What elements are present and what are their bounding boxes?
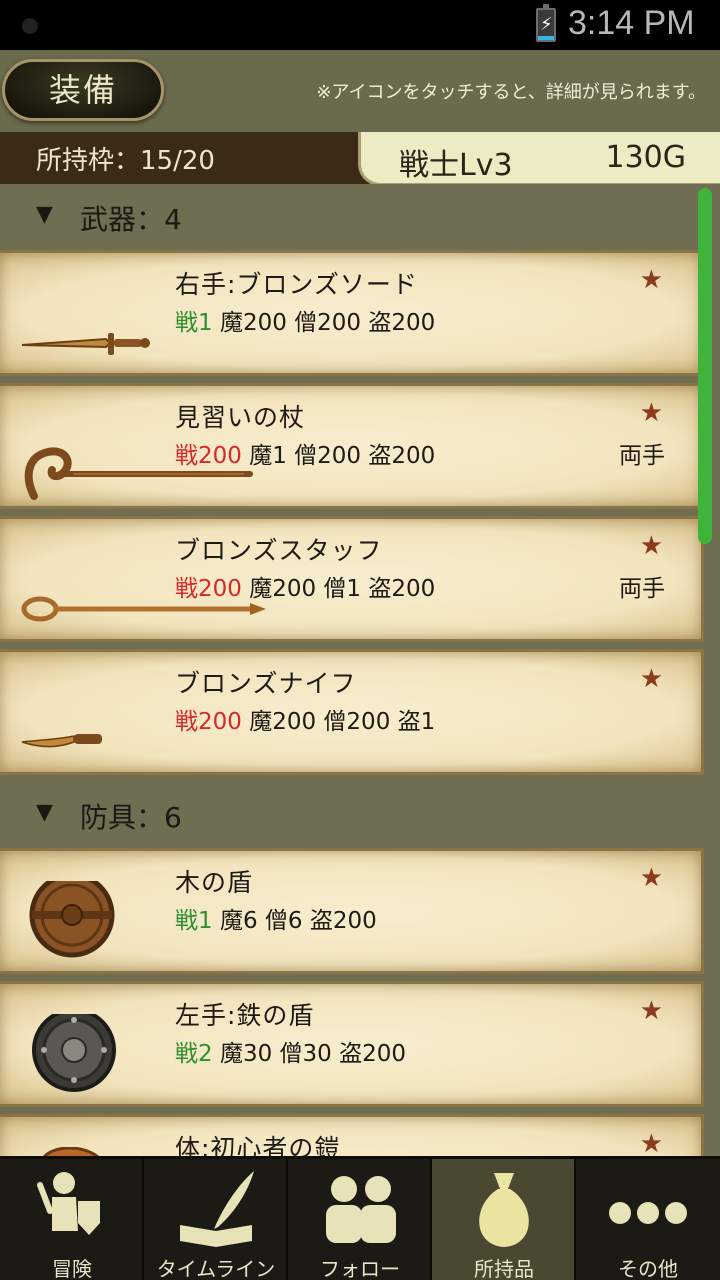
item-name: 左手:鉄の盾 [175, 1001, 315, 1030]
item-name: 体:初心者の鎧 [175, 1134, 341, 1156]
status-bar: ⚡ 3:14 PM [0, 0, 720, 50]
nav-label: 所持品 [474, 1257, 534, 1280]
capacity-bar: 所持枠：15/20 戦士Lv3 130G [0, 132, 720, 186]
scrollbar[interactable] [698, 188, 712, 544]
section-header-armor[interactable]: ▼ 防具：6 [0, 782, 720, 846]
item-name: ブロンズナイフ [175, 669, 357, 698]
job-level: 戦士Lv3 [399, 148, 513, 183]
list-item[interactable]: ブロンズスタッフ 戦200 魔200 僧1 盗200 ★ 両手 [0, 516, 704, 642]
item-stats: 戦200 魔200 僧200 盗1 [175, 709, 436, 735]
list-item[interactable]: 体:初心者の鎧 ★ [0, 1114, 704, 1156]
hand-type: 両手 [619, 443, 665, 469]
nav-other[interactable]: その他 [576, 1159, 720, 1280]
header: 装備 ※アイコンをタッチすると、詳細が見られます。 [0, 50, 720, 132]
item-stats: 戦1 魔6 僧6 盗200 [175, 908, 377, 934]
item-stats: 戦200 魔1 僧200 盗200 [175, 443, 436, 469]
list-item[interactable]: 木の盾 戦1 魔6 僧6 盗200 ★ [0, 848, 704, 974]
bottom-navigation: 冒険 タイムライン フォロー 所持品 その他 [0, 1156, 720, 1280]
nav-adventure[interactable]: 冒険 [0, 1159, 144, 1280]
hand-type: 両手 [619, 576, 665, 602]
nav-label: タイムライン [156, 1257, 276, 1280]
character-status-tab: 戦士Lv3 130G [358, 132, 720, 186]
favorite-star-icon[interactable]: ★ [640, 398, 663, 428]
nav-label: フォロー [320, 1257, 400, 1280]
item-stats: 戦1 魔200 僧200 盗200 [175, 310, 436, 336]
hint-text: ※アイコンをタッチすると、詳細が見られます。 [316, 82, 706, 103]
section-header-weapons[interactable]: ▼ 武器：4 [0, 184, 720, 248]
section-title: 武器：4 [80, 203, 182, 236]
favorite-star-icon[interactable]: ★ [640, 265, 663, 295]
list-item[interactable]: 右手:ブロンズソード 戦1 魔200 僧200 盗200 ★ [0, 250, 704, 376]
inventory-capacity: 所持枠：15/20 [36, 146, 215, 176]
adventurer-icon [37, 1172, 100, 1235]
item-name: 右手:ブロンズソード [175, 270, 418, 299]
camera-dot-icon [22, 18, 38, 34]
nav-timeline[interactable]: タイムライン [144, 1159, 288, 1280]
quill-book-icon [180, 1171, 254, 1247]
nav-label: 冒険 [52, 1257, 92, 1280]
favorite-star-icon[interactable]: ★ [640, 531, 663, 561]
clock: 3:14 PM [568, 4, 695, 42]
favorite-star-icon[interactable]: ★ [640, 1129, 663, 1156]
favorite-star-icon[interactable]: ★ [640, 863, 663, 893]
item-name: ブロンズスタッフ [175, 536, 383, 565]
nav-follow[interactable]: フォロー [288, 1159, 432, 1280]
list-item[interactable]: 左手:鉄の盾 戦2 魔30 僧30 盗200 ★ [0, 981, 704, 1107]
list-item[interactable]: ブロンズナイフ 戦200 魔200 僧200 盗1 ★ [0, 649, 704, 775]
item-stats: 戦2 魔30 僧30 盗200 [175, 1041, 407, 1067]
nav-label: その他 [618, 1257, 678, 1280]
favorite-star-icon[interactable]: ★ [640, 664, 663, 694]
section-title: 防具：6 [80, 801, 182, 834]
collapse-triangle-icon: ▼ [36, 800, 53, 825]
inventory-list[interactable]: ▼ 武器：4 右手:ブロンズソード 戦1 魔200 僧200 盗200 ★ 見習… [0, 184, 720, 1156]
gold-amount: 130G [605, 140, 686, 175]
favorite-star-icon[interactable]: ★ [640, 996, 663, 1026]
item-name: 見習いの杖 [175, 403, 306, 432]
item-stats: 戦200 魔200 僧1 盗200 [175, 576, 436, 602]
nav-inventory[interactable]: 所持品 [432, 1159, 576, 1280]
more-dots-icon [609, 1202, 687, 1224]
collapse-triangle-icon: ▼ [36, 202, 53, 227]
item-name: 木の盾 [175, 868, 254, 897]
people-icon [326, 1176, 396, 1243]
battery-charging-icon: ⚡ [536, 4, 556, 42]
list-item[interactable]: 見習いの杖 戦200 魔1 僧200 盗200 ★ 両手 [0, 383, 704, 509]
equip-button[interactable]: 装備 [2, 59, 164, 121]
bag-icon [479, 1173, 529, 1247]
